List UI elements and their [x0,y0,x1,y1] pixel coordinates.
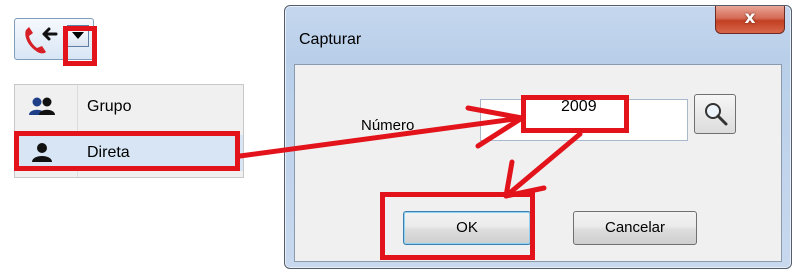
capturar-dialog: Capturar x Número 2009 OK Cancelar [284,5,792,269]
group-icon [29,97,55,115]
phone-transfer-icon [25,27,58,54]
menu-item-grupo[interactable]: Grupo [15,89,243,125]
menu-item-label: Grupo [87,98,132,115]
ok-highlight-box [380,192,535,260]
numero-label: Número [361,117,415,134]
close-icon: x [744,8,756,28]
dialog-client-area: Número 2009 OK Cancelar [294,64,782,262]
direta-highlight-box [14,131,240,171]
numero-highlight-box [521,95,629,133]
search-button[interactable] [694,94,736,134]
close-button[interactable]: x [715,6,785,34]
dropdown-highlight-box [63,26,97,66]
dialog-title: Capturar [299,31,362,48]
search-icon [705,103,728,126]
cancel-button[interactable]: Cancelar [573,211,697,245]
